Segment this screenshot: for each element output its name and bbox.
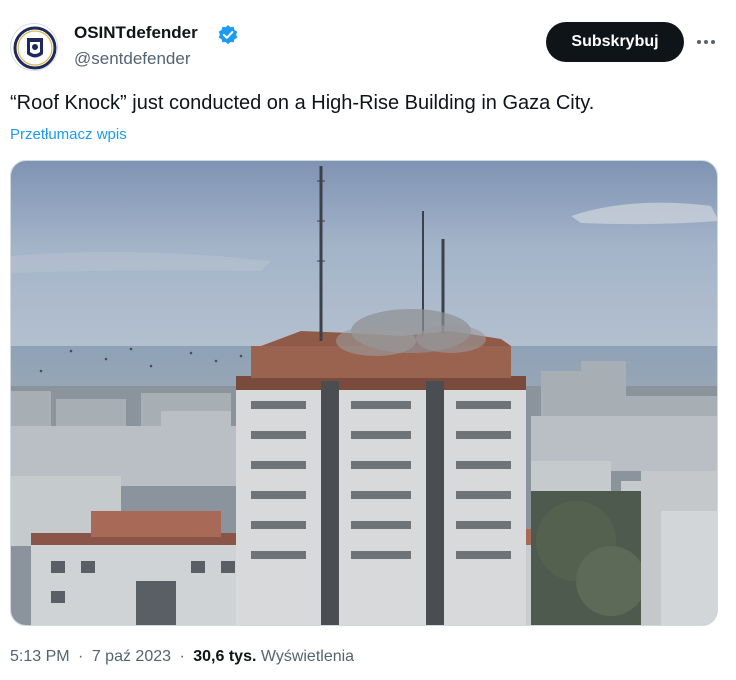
views-label[interactable]: Wyświetlenia bbox=[261, 648, 354, 665]
author-display-name[interactable]: OSINTdefender bbox=[74, 23, 198, 43]
tweet-meta: 5:13 PM · 7 paź 2023 · 30,6 tys. Wyświet… bbox=[10, 648, 354, 666]
translate-post-link[interactable]: Przetłumacz wpis bbox=[10, 126, 127, 143]
views-count[interactable]: 30,6 tys. bbox=[193, 648, 256, 665]
more-dot bbox=[697, 40, 701, 44]
building-photo bbox=[11, 161, 717, 625]
more-dot bbox=[704, 40, 708, 44]
tweet-text: “Roof Knock” just conducted on a High-Ri… bbox=[10, 92, 595, 114]
avatar[interactable] bbox=[10, 23, 58, 71]
subscribe-button[interactable]: Subskrybuj bbox=[546, 22, 684, 62]
meta-separator: · bbox=[78, 648, 84, 665]
tweet-time[interactable]: 5:13 PM bbox=[10, 648, 70, 665]
meta-separator: · bbox=[179, 648, 185, 665]
more-dot bbox=[711, 40, 715, 44]
more-options-icon[interactable] bbox=[692, 30, 720, 54]
verified-badge-icon bbox=[218, 25, 238, 45]
osint-defender-logo bbox=[12, 25, 57, 70]
tweet-media-photo[interactable] bbox=[10, 160, 718, 626]
author-handle[interactable]: @sentdefender bbox=[74, 49, 191, 69]
tweet-date[interactable]: 7 paź 2023 bbox=[92, 648, 171, 665]
